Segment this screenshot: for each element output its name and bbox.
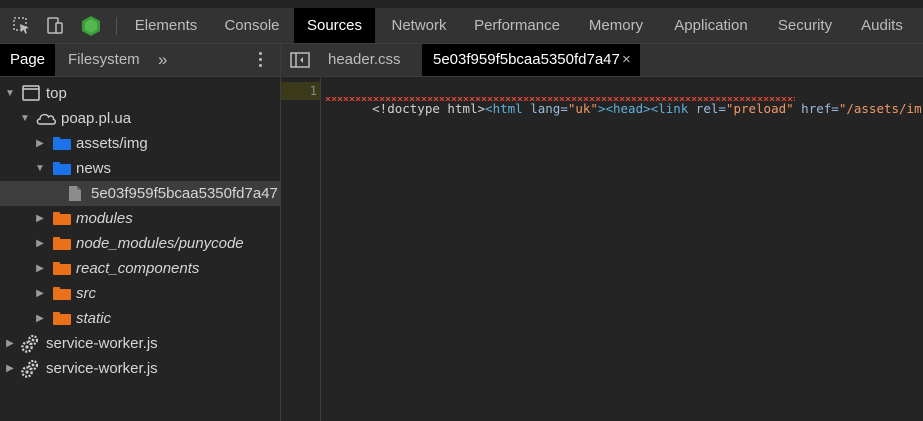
folder-icon xyxy=(53,312,71,325)
tree-item-folder[interactable]: ▶ node_modules/punycode xyxy=(0,231,280,256)
tree-item-folder[interactable]: ▶ static xyxy=(0,306,280,331)
editor-tab-label: 5e03f959f5bcaa5350fd7a47 xyxy=(433,51,620,68)
gear-icon xyxy=(21,359,39,378)
more-options-icon[interactable] xyxy=(258,52,264,68)
collapsed-arrow-icon[interactable]: ▶ xyxy=(35,281,45,306)
node-extension-icon[interactable] xyxy=(78,8,104,43)
editor-panel: header.css 5e03f959f5bcaa5350fd7a47 × 1 … xyxy=(281,44,923,421)
devtools-toolbar: Elements Console Sources Network Perform… xyxy=(0,8,923,44)
tree-item-folder[interactable]: ▶ modules xyxy=(0,206,280,231)
toggle-navigator-icon[interactable] xyxy=(289,50,311,70)
tree-item-service-worker[interactable]: ▶ service-worker.js xyxy=(0,331,280,356)
tree-item-service-worker[interactable]: ▶ service-worker.js xyxy=(0,356,280,381)
tab-sources[interactable]: Sources xyxy=(294,8,375,43)
folder-icon xyxy=(53,237,71,250)
code-token: rel= xyxy=(688,101,726,116)
folder-icon xyxy=(53,162,71,175)
gear-icon xyxy=(21,334,39,353)
line-number: 1 xyxy=(309,84,317,98)
error-squiggle xyxy=(325,97,795,101)
tab-filesystem[interactable]: Filesystem xyxy=(68,44,140,76)
expand-arrow-icon[interactable]: ▼ xyxy=(35,156,45,181)
inspect-element-icon[interactable] xyxy=(10,8,34,43)
code-token: <html xyxy=(485,101,523,116)
tab-security[interactable]: Security xyxy=(768,8,842,43)
collapsed-arrow-icon[interactable]: ▶ xyxy=(5,331,15,356)
tree-item-label: service-worker.js xyxy=(46,335,158,352)
code-token: href= xyxy=(793,101,839,116)
tree-item-folder[interactable]: ▼ news xyxy=(0,156,280,181)
tree-item-file[interactable]: 5e03f959f5bcaa5350fd7a47 xyxy=(0,181,280,206)
tab-audits[interactable]: Audits xyxy=(850,8,914,43)
tab-console[interactable]: Console xyxy=(214,8,290,43)
tree-item-label: poap.pl.ua xyxy=(61,110,132,127)
tab-elements[interactable]: Elements xyxy=(124,8,208,43)
collapsed-arrow-icon[interactable]: ▶ xyxy=(35,306,45,331)
close-tab-icon[interactable]: × xyxy=(622,44,631,76)
frame-icon xyxy=(22,85,40,101)
tab-network[interactable]: Network xyxy=(380,8,458,43)
tree-item-folder[interactable]: ▶ assets/img xyxy=(0,131,280,156)
tree-item-label: modules xyxy=(76,210,133,227)
line-gutter xyxy=(281,77,321,421)
tab-performance[interactable]: Performance xyxy=(464,8,570,43)
code-token: <!doctype html> xyxy=(372,101,486,116)
navigator-tabs: Page Filesystem » xyxy=(0,44,280,77)
tree-item-label: service-worker.js xyxy=(46,360,158,377)
expand-arrow-icon[interactable]: ▼ xyxy=(5,81,15,106)
code-token: "preload" xyxy=(725,101,794,116)
expand-arrow-icon[interactable]: ▼ xyxy=(20,106,30,131)
code-token: "uk" xyxy=(567,101,598,116)
code-token: <head> xyxy=(605,101,651,116)
code-token: <link xyxy=(650,101,689,116)
collapsed-arrow-icon[interactable]: ▶ xyxy=(35,256,45,281)
code-text[interactable]: <!doctype html><html lang="uk"><head><li… xyxy=(327,82,922,136)
code-line[interactable]: 1 <!doctype html><html lang="uk"><head><… xyxy=(281,82,923,116)
editor-tab-active[interactable]: 5e03f959f5bcaa5350fd7a47 × xyxy=(422,44,640,76)
tree-item-label: news xyxy=(76,160,112,177)
tab-application[interactable]: Application xyxy=(662,8,760,43)
toolbar-separator xyxy=(116,17,117,35)
navigator-panel: Page Filesystem » ▼ top ▼ poap.pl.ua ▶ a… xyxy=(0,44,281,421)
collapsed-arrow-icon[interactable]: ▶ xyxy=(35,206,45,231)
collapsed-arrow-icon[interactable]: ▶ xyxy=(5,356,15,381)
tree-item-label: src xyxy=(76,285,96,302)
folder-icon xyxy=(53,287,71,300)
editor-tabs: header.css 5e03f959f5bcaa5350fd7a47 × xyxy=(281,44,923,77)
tree-item-domain[interactable]: ▼ poap.pl.ua xyxy=(0,106,280,131)
tree-item-label: 5e03f959f5bcaa5350fd7a47 xyxy=(91,185,278,202)
tree-item-label: node_modules/punycode xyxy=(76,235,244,252)
code-token: "/assets/im xyxy=(838,101,922,116)
tree-item-top[interactable]: ▼ top xyxy=(0,81,280,106)
tree-item-label: top xyxy=(46,85,67,102)
folder-icon xyxy=(53,137,71,150)
collapsed-arrow-icon[interactable]: ▶ xyxy=(35,231,45,256)
tree-item-label: assets/img xyxy=(76,135,148,152)
folder-icon xyxy=(53,262,71,275)
cloud-icon xyxy=(36,113,57,125)
more-tabs-button[interactable]: » xyxy=(158,44,167,76)
collapsed-arrow-icon[interactable]: ▶ xyxy=(35,131,45,156)
tree-item-label: react_components xyxy=(76,260,200,277)
file-icon xyxy=(69,186,81,201)
tree-item-label: static xyxy=(76,310,112,327)
folder-icon xyxy=(53,212,71,225)
tree-item-folder[interactable]: ▶ react_components xyxy=(0,256,280,281)
tree-item-folder[interactable]: ▶ src xyxy=(0,281,280,306)
tab-memory[interactable]: Memory xyxy=(578,8,654,43)
editor-tab-header-css[interactable]: header.css xyxy=(328,44,401,76)
device-toolbar-icon[interactable] xyxy=(43,8,67,43)
code-token: lang= xyxy=(522,101,568,116)
tab-page[interactable]: Page xyxy=(0,44,55,76)
